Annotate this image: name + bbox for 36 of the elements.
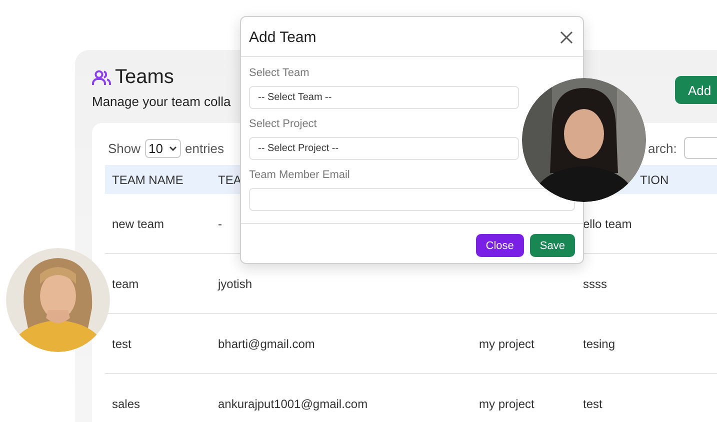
column-header: TION: [640, 172, 669, 186]
table-cell: ssss: [583, 276, 607, 290]
entries-label: entries: [185, 140, 224, 156]
table-cell: sales: [112, 396, 140, 410]
table-cell: test: [583, 396, 602, 410]
table-cell: my project: [479, 396, 534, 410]
close-icon[interactable]: [560, 31, 573, 44]
table-cell: jyotish: [218, 276, 252, 290]
table-cell: new team: [112, 216, 164, 230]
table-cell: test: [112, 336, 132, 350]
dialog-button[interactable]: Save: [530, 234, 575, 257]
column-header: TEAM NAME: [112, 172, 184, 186]
field-label: Select Team: [249, 67, 310, 79]
table-cell: ello team: [583, 216, 632, 230]
page-title: Teams: [115, 66, 174, 89]
field-label: Team Member Email: [249, 169, 351, 181]
users-icon: [92, 70, 111, 86]
table-cell: ankurajput1001@gmail.com: [218, 396, 368, 410]
table-cell: team: [112, 276, 139, 290]
field-label: Select Project: [249, 118, 318, 130]
page-size-select[interactable]: 10: [144, 138, 181, 158]
table-cell: bharti@gmail.com: [218, 336, 315, 350]
show-label: Show: [108, 140, 141, 156]
select-field[interactable]: -- Select Project --: [249, 137, 519, 160]
table-cell: tesing: [583, 336, 616, 350]
add-team-button[interactable]: Add: [675, 76, 717, 104]
search-label: arch:: [648, 140, 677, 156]
dialog-button[interactable]: Close: [476, 234, 524, 257]
table-cell: -: [218, 216, 222, 230]
column-header: TEA: [218, 172, 242, 186]
table-cell: my project: [479, 336, 534, 350]
input-field[interactable]: [249, 188, 575, 211]
caret-icon: [169, 146, 177, 150]
select-field[interactable]: -- Select Team --: [249, 86, 519, 109]
page-subtitle: Manage your team colla: [92, 94, 231, 109]
dialog-title: Add Team: [249, 29, 316, 46]
